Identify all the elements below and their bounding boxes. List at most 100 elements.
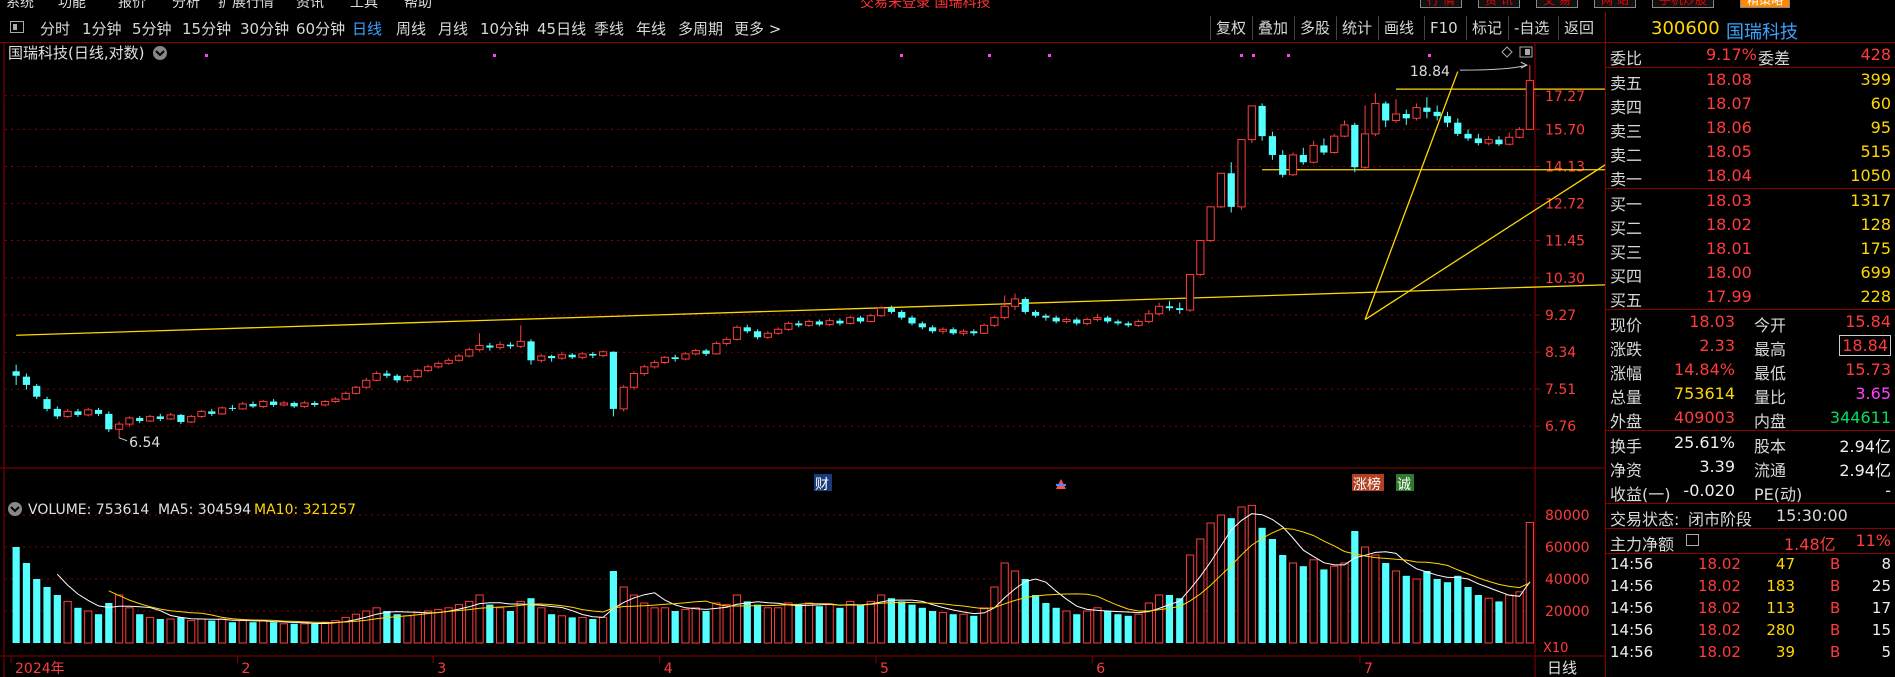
integrity-marker[interactable]: 诚 [1396, 474, 1414, 493]
volume-bar [269, 622, 278, 643]
menu-tools[interactable]: 工具 [350, 0, 378, 9]
candle [1021, 297, 1029, 314]
stat-label: 内盘 [1754, 412, 1787, 431]
volume-bar [774, 607, 783, 644]
period-30min[interactable]: 30分钟 [240, 18, 289, 39]
bid-row[interactable]: 买三 18.01 175 [1606, 237, 1895, 262]
btn-trade[interactable]: 交 易 [1536, 0, 1578, 8]
event-marker-dot[interactable] [1428, 54, 1431, 57]
menu-news[interactable]: 资讯 [296, 0, 324, 9]
tool-mark[interactable]: 标记 [1466, 16, 1507, 40]
candle [1443, 111, 1452, 128]
up-arrow-marker[interactable] [1056, 479, 1066, 489]
date-tick-label: 7 [1364, 661, 1373, 677]
tool-stats[interactable]: 统计 [1336, 16, 1377, 40]
tool-overlay[interactable]: 叠加 [1252, 16, 1293, 40]
tool-watchlist[interactable]: -自选 [1508, 16, 1554, 40]
bid-price: 18.01 [1706, 239, 1752, 258]
chart-settings-icon[interactable] [153, 46, 167, 60]
tool-draw[interactable]: 画线 [1378, 16, 1419, 40]
candle [732, 325, 742, 341]
event-marker-dot[interactable] [1287, 54, 1290, 57]
date-tick-label: 4 [664, 661, 673, 677]
candle [1185, 273, 1195, 312]
period-quarter[interactable]: 季线 [594, 18, 624, 39]
event-marker-dot[interactable] [900, 54, 903, 57]
chart-window-icons[interactable] [1501, 46, 1533, 58]
svg-text:涨榜: 涨榜 [1353, 476, 1381, 493]
event-marker-dot[interactable] [1240, 54, 1243, 57]
volume-bar [12, 547, 20, 643]
event-marker-dot[interactable] [988, 54, 991, 57]
menu-system[interactable]: 系统 [6, 0, 34, 9]
panel-toggle-icon[interactable] [10, 21, 24, 33]
period-multi[interactable]: 多周期 [678, 18, 723, 39]
btn-strategy[interactable]: 精策略 [1740, 0, 1791, 8]
btn-mobile[interactable]: 手机炒股 [1652, 0, 1715, 8]
volume-label: VOLUME: 753614 [28, 502, 149, 518]
event-marker-dot[interactable] [1048, 54, 1051, 57]
tool-back[interactable]: 返回 [1558, 16, 1599, 40]
menu-extended[interactable]: 扩展行情 [218, 0, 274, 9]
menu-help[interactable]: 帮助 [404, 0, 432, 9]
candle [1484, 136, 1493, 146]
bid-row[interactable]: 买一 18.03 1317 [1606, 189, 1895, 214]
status-label: 交易状态: [1610, 510, 1680, 529]
ask-row[interactable]: 卖四 18.07 60 [1606, 92, 1895, 117]
ask-row[interactable]: 卖二 18.05 515 [1606, 140, 1895, 165]
menu-function[interactable]: 功能 [58, 0, 86, 9]
status-value: 闭市阶段 [1688, 510, 1753, 529]
tool-f10[interactable]: F10 [1424, 16, 1463, 40]
period-weekly[interactable]: 周线 [396, 18, 426, 39]
stat-label: 涨幅 [1610, 364, 1643, 383]
stat-value: - [1885, 481, 1891, 500]
kline-chart[interactable]: 国瑞科技(日线,对数) 17.27 15.70 14.13 12.72 11.45 10.… [0, 43, 1605, 677]
event-marker-dot[interactable] [1252, 54, 1255, 57]
period-5min[interactable]: 5分钟 [132, 18, 172, 39]
candle [949, 327, 957, 335]
candle [1031, 310, 1040, 318]
ask-row[interactable]: 卖三 18.06 95 [1606, 116, 1895, 141]
event-marker-dot[interactable] [205, 54, 208, 57]
bid-row[interactable]: 买二 18.02 128 [1606, 213, 1895, 238]
menu-analysis[interactable]: 分析 [172, 0, 200, 9]
period-daily[interactable]: 日线 [352, 18, 382, 39]
volume-bar [929, 611, 937, 643]
period-more[interactable]: 更多 > [734, 18, 781, 39]
bid-row[interactable]: 买四 18.00 699 [1606, 261, 1895, 286]
btn-quote[interactable]: 行 情 [1420, 0, 1462, 8]
btn-news[interactable]: 资 讯 [1478, 0, 1520, 8]
finance-marker[interactable]: 财 [814, 474, 832, 493]
candle [929, 325, 937, 334]
trendline[interactable] [16, 283, 1605, 336]
volume-bar [722, 604, 731, 644]
volume-bar [784, 602, 793, 644]
period-intraday[interactable]: 分时 [40, 18, 70, 39]
tick-time: 14:56 [1610, 577, 1654, 595]
volume-bar [320, 621, 330, 644]
ask-row[interactable]: 卖一 18.04 1050 [1606, 164, 1895, 189]
candle [815, 319, 823, 327]
volume-bar [1360, 546, 1370, 644]
limit-up-list-marker[interactable]: 涨榜 [1352, 474, 1384, 493]
candle [578, 352, 587, 360]
tool-multistock[interactable]: 多股 [1294, 16, 1335, 40]
event-marker-dot[interactable] [493, 54, 496, 57]
stat-value: 18.03 [1689, 312, 1735, 331]
ask-row[interactable]: 卖五 18.08 399 [1606, 68, 1895, 93]
volume-bar [1423, 571, 1431, 643]
net-detail-icon[interactable] [1686, 534, 1699, 546]
period-monthly[interactable]: 月线 [438, 18, 468, 39]
menu-quote[interactable]: 报价 [118, 0, 146, 9]
btn-site[interactable]: 网 站 [1594, 0, 1636, 8]
bid-row[interactable]: 买五 17.99 228 [1606, 285, 1895, 310]
period-60min[interactable]: 60分钟 [296, 18, 345, 39]
chart-title: 国瑞科技(日线,对数) [8, 44, 144, 62]
period-1min[interactable]: 1分钟 [82, 18, 122, 39]
period-yearly[interactable]: 年线 [636, 18, 666, 39]
stat-label: 外盘 [1610, 412, 1643, 431]
tool-fuquan[interactable]: 复权 [1210, 16, 1251, 40]
period-10min[interactable]: 10分钟 [480, 18, 529, 39]
period-45day[interactable]: 45日线 [537, 18, 586, 39]
period-15min[interactable]: 15分钟 [182, 18, 231, 39]
